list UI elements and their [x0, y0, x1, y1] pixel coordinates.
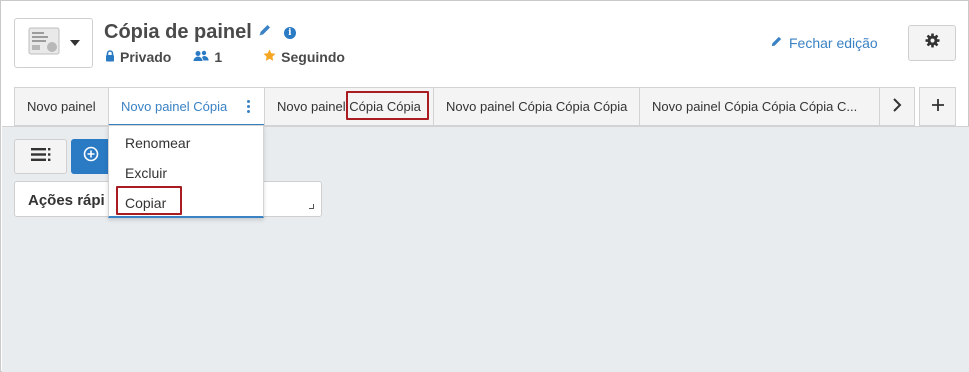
widget-list-button[interactable] — [14, 139, 67, 174]
tab-options-icon[interactable] — [247, 100, 250, 113]
chevron-right-icon — [892, 95, 902, 118]
tab-novo-painel[interactable]: Novo painel — [14, 87, 109, 126]
users-icon — [193, 49, 209, 65]
tab-novo-painel-copia-copia-copia-c[interactable]: Novo painel Cópia Cópia Cópia C... — [639, 87, 880, 126]
tab-label: Novo painel Cópia — [121, 98, 228, 114]
tab-label: Novo painel Cópia Cópia Cópia — [446, 99, 628, 114]
gear-icon — [924, 33, 940, 53]
menu-item-rename[interactable]: Renomear — [125, 135, 190, 151]
pencil-icon[interactable] — [258, 23, 272, 42]
settings-button[interactable] — [908, 25, 956, 61]
star-icon — [263, 49, 276, 65]
follow-status[interactable]: Seguindo — [263, 49, 345, 65]
members-count[interactable]: 1 — [193, 49, 222, 65]
close-edit-label: Fechar edição — [789, 35, 878, 51]
plus-circle-icon — [83, 146, 99, 167]
dashboard-thumbnail-icon — [28, 26, 62, 61]
dashboard-selector-button[interactable] — [14, 18, 93, 68]
page-title: Cópia de painel — [104, 21, 252, 43]
tab-label: Novo painel — [27, 99, 96, 114]
tab-scroll-right-button[interactable] — [879, 87, 915, 126]
info-icon[interactable]: i — [283, 26, 296, 39]
tab-label: Novo painel Cópia Cópia Cópia C... — [652, 99, 858, 114]
tab-novo-painel-copia[interactable]: Novo painel Cópia — [108, 87, 265, 126]
plus-icon — [931, 95, 945, 118]
members-count-label: 1 — [214, 49, 223, 65]
privacy-status: Privado — [105, 49, 171, 65]
add-tab-button[interactable] — [919, 87, 956, 126]
tab-novo-painel-copia-copia-copia[interactable]: Novo painel Cópia Cópia Cópia — [433, 87, 640, 126]
title-row: Cópia de painel i — [104, 21, 296, 44]
chevron-down-icon — [69, 40, 80, 46]
menu-item-delete[interactable]: Excluir — [125, 165, 167, 181]
dashboard-meta: Privado 1 Seguindo — [105, 49, 367, 65]
lock-icon — [105, 49, 115, 65]
resize-handle-icon[interactable] — [309, 204, 314, 209]
dashboard-editor-window: Cópia de painel i Privado 1 Seguindo Fec… — [0, 0, 969, 372]
add-widget-button[interactable] — [71, 139, 111, 174]
pencil-icon — [770, 35, 783, 51]
widget-title: Ações rápi — [28, 192, 105, 209]
tab-bar: Novo painel Novo painel Cópia Novo paine… — [14, 87, 956, 126]
highlight-box-copy-text — [346, 91, 429, 120]
privacy-label: Privado — [120, 49, 172, 65]
follow-label: Seguindo — [281, 49, 345, 65]
list-icon — [30, 147, 51, 167]
highlight-box-copy-menu-item — [116, 186, 182, 215]
close-edit-link[interactable]: Fechar edição — [770, 35, 878, 51]
